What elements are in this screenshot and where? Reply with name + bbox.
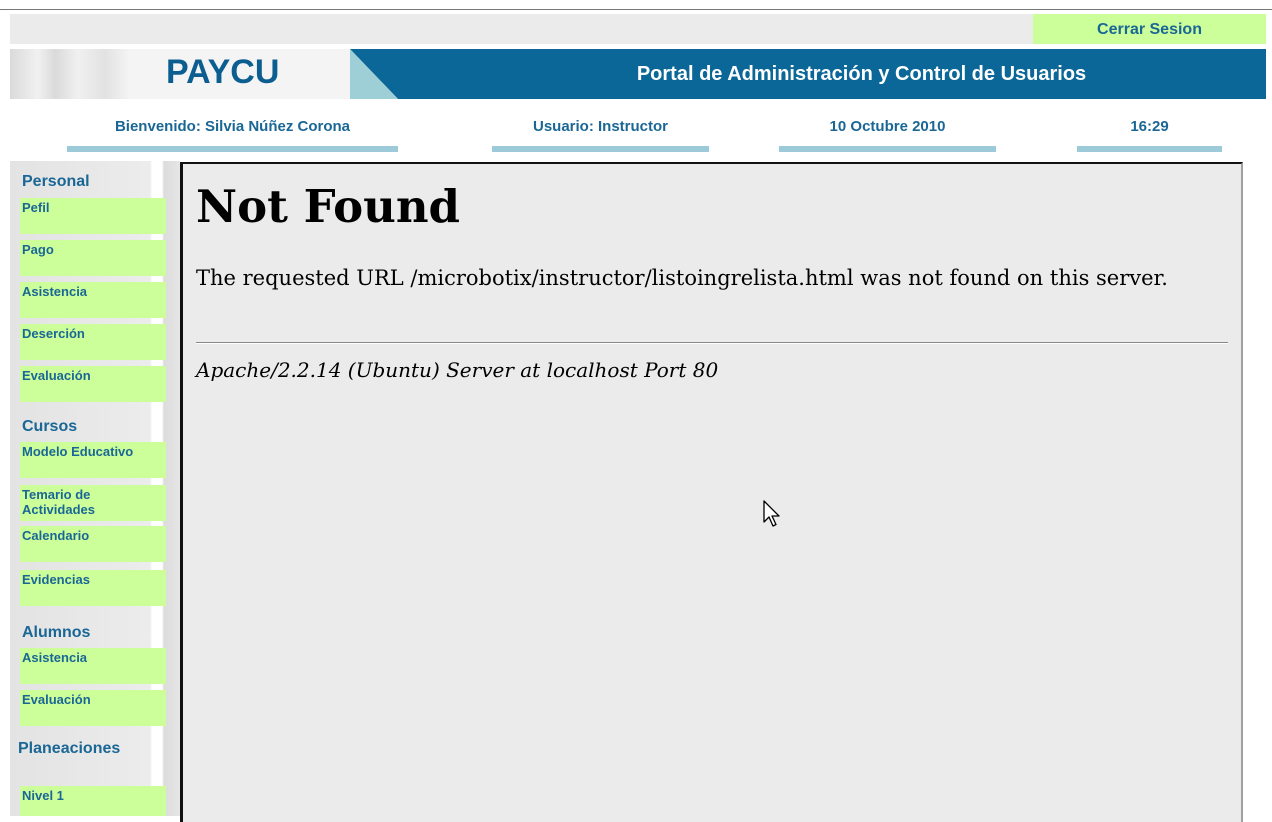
sidebar-heading-cursos: Cursos — [22, 418, 78, 435]
error-message: The requested URL /microbotix/instructor… — [196, 266, 1168, 290]
sidebar-item-evaluacion-personal[interactable]: Evaluación — [20, 366, 166, 402]
sidebar-item-calendario[interactable]: Calendario — [20, 526, 166, 562]
sidebar-item-evidencias[interactable]: Evidencias — [20, 570, 166, 606]
sidebar-item-desercion[interactable]: Deserción — [20, 324, 166, 360]
sidebar-item-asistencia-alumnos[interactable]: Asistencia — [20, 648, 166, 684]
logout-button[interactable]: Cerrar Sesion — [1033, 14, 1266, 44]
server-signature: Apache/2.2.14 (Ubuntu) Server at localho… — [196, 358, 719, 382]
date-underline — [779, 146, 996, 152]
content-frame — [180, 162, 1243, 822]
sidebar-item-perfil[interactable]: Pefil — [20, 198, 166, 234]
user-role-underline — [492, 146, 709, 152]
error-divider — [196, 342, 1228, 344]
banner-wedge-graphic — [350, 49, 457, 99]
sidebar-item-nivel-1[interactable]: Nivel 1 — [20, 786, 166, 816]
portal-title: Portal de Administración y Control de Us… — [457, 49, 1266, 99]
time-text: 16:29 — [1130, 118, 1169, 135]
sidebar-item-asistencia-personal[interactable]: Asistencia — [20, 282, 166, 318]
app-logo: PAYCU — [166, 53, 280, 91]
date-text: 10 Octubre 2010 — [829, 118, 946, 135]
mouse-pointer-icon — [763, 500, 780, 527]
user-role-text: Usuario: Instructor — [532, 118, 668, 135]
welcome-underline — [67, 146, 398, 152]
sidebar-item-pago[interactable]: Pago — [20, 240, 166, 276]
sidebar-item-temario[interactable]: Temario de Actividades — [20, 485, 166, 521]
sidebar-item-evaluacion-alumnos[interactable]: Evaluación — [20, 690, 166, 726]
sidebar-heading-alumnos: Alumnos — [22, 624, 91, 641]
error-title: Not Found — [196, 180, 461, 233]
sidebar-heading-planeaciones: Planeaciones — [18, 740, 121, 757]
sidebar-item-modelo-educativo[interactable]: Modelo Educativo — [20, 442, 166, 478]
welcome-text: Bienvenido: Silvia Núñez Corona — [114, 118, 351, 135]
time-underline — [1077, 146, 1222, 152]
sidebar-heading-personal: Personal — [22, 173, 90, 190]
top-divider — [0, 9, 1272, 10]
